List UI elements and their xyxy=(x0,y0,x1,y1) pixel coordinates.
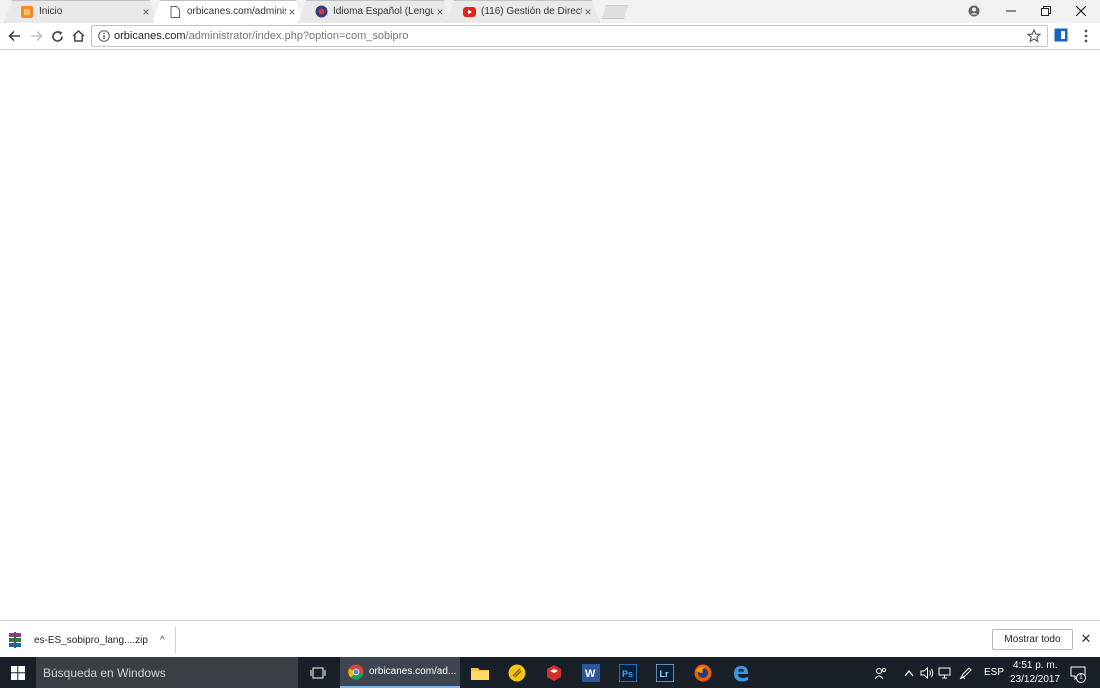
browser-toolbar: orbicanes.com/administrator/index.php?op… xyxy=(0,23,1100,50)
forward-arrow-icon[interactable] xyxy=(26,26,46,46)
taskbar-window-label: orbicanes.com/ad... xyxy=(369,666,457,677)
extension-icon[interactable] xyxy=(1054,28,1070,44)
address-bar[interactable]: orbicanes.com/administrator/index.php?op… xyxy=(91,25,1048,47)
new-tab-button[interactable] xyxy=(602,5,628,19)
url-path: /administrator/index.php?option=com_sobi… xyxy=(185,30,409,42)
windows-search-box[interactable]: Búsqueda en Windows xyxy=(36,657,298,688)
people-icon[interactable] xyxy=(873,665,889,681)
bookmark-star-icon[interactable] xyxy=(1026,28,1042,43)
tab-inicio[interactable]: Inicio × xyxy=(4,0,158,23)
youtube-icon xyxy=(462,5,476,19)
tab-title: (116) Gestión de Directo xyxy=(481,6,582,17)
lightroom-icon[interactable]: Lr xyxy=(650,660,680,686)
task-view-icon[interactable] xyxy=(303,660,333,686)
notification-count-badge: 1 xyxy=(1076,673,1086,683)
chevron-up-icon[interactable] xyxy=(901,665,917,681)
tab-close-icon[interactable]: × xyxy=(286,6,298,18)
sketchup-icon[interactable] xyxy=(539,660,569,686)
url-host: orbicanes.com xyxy=(114,30,186,42)
pen-ink-icon[interactable] xyxy=(958,665,974,681)
edge-icon[interactable] xyxy=(726,660,756,686)
download-item[interactable]: es-ES_sobipro_lang....zip ^ xyxy=(8,627,176,653)
restore-icon[interactable] xyxy=(1029,0,1063,22)
pixelmator-icon[interactable] xyxy=(502,660,532,686)
profile-icon[interactable] xyxy=(957,0,991,22)
download-shelf: es-ES_sobipro_lang....zip ^ Mostrar todo… xyxy=(0,620,1100,657)
windows-taskbar: Búsqueda en Windows orbicanes.com/ad... … xyxy=(0,657,1100,688)
page-content xyxy=(0,51,1100,620)
chevron-up-icon[interactable]: ^ xyxy=(160,635,165,646)
download-file-name: es-ES_sobipro_lang....zip xyxy=(34,634,148,646)
tab-idioma-espanol[interactable]: Idioma Español (Lengua × xyxy=(298,0,452,23)
photoshop-icon[interactable]: Ps xyxy=(613,660,643,686)
close-download-shelf-icon[interactable]: ✕ xyxy=(1079,631,1093,647)
tab-close-icon[interactable]: × xyxy=(140,6,152,18)
tab-title: orbicanes.com/administ xyxy=(187,6,286,17)
volume-icon[interactable] xyxy=(919,665,935,681)
url-text: orbicanes.com/administrator/index.php?op… xyxy=(114,30,408,42)
svg-text:Lr: Lr xyxy=(660,669,669,679)
globe-icon xyxy=(314,5,328,19)
joomla-icon xyxy=(20,5,34,19)
language-indicator[interactable]: ESP xyxy=(984,667,1004,678)
clock-time[interactable]: 4:51 p. m. xyxy=(1013,660,1057,671)
windows-start-icon[interactable] xyxy=(0,657,36,688)
winrar-archive-icon xyxy=(8,632,22,648)
taskbar-chrome-window[interactable]: orbicanes.com/ad... xyxy=(340,657,460,688)
tab-orbicanes[interactable]: orbicanes.com/administ × xyxy=(152,0,304,23)
info-icon[interactable] xyxy=(98,30,110,42)
page-icon xyxy=(168,5,182,19)
tab-title: Inicio xyxy=(39,6,63,17)
tab-close-icon[interactable]: × xyxy=(434,6,446,18)
network-icon[interactable] xyxy=(937,665,953,681)
chrome-icon xyxy=(348,664,364,680)
home-icon[interactable] xyxy=(68,26,88,46)
firefox-icon[interactable] xyxy=(688,660,718,686)
tab-youtube[interactable]: (116) Gestión de Directo × xyxy=(446,0,600,23)
search-placeholder: Búsqueda en Windows xyxy=(43,665,166,680)
close-window-icon[interactable] xyxy=(1064,0,1098,22)
tab-title: Idioma Español (Lengua xyxy=(333,6,434,17)
minimize-icon[interactable] xyxy=(994,0,1028,22)
svg-text:W: W xyxy=(585,668,596,680)
reload-icon[interactable] xyxy=(47,26,67,46)
word-icon[interactable]: W xyxy=(576,660,606,686)
tab-close-icon[interactable]: × xyxy=(582,6,594,18)
back-arrow-icon[interactable] xyxy=(4,26,24,46)
file-explorer-icon[interactable] xyxy=(465,660,495,686)
svg-text:Ps: Ps xyxy=(622,669,633,679)
menu-dots-icon[interactable] xyxy=(1079,28,1095,44)
show-all-downloads-button[interactable]: Mostrar todo xyxy=(992,629,1073,650)
clock-date[interactable]: 23/12/2017 xyxy=(1010,674,1060,685)
tab-strip: Inicio × orbicanes.com/administ × Idioma… xyxy=(0,0,1100,23)
